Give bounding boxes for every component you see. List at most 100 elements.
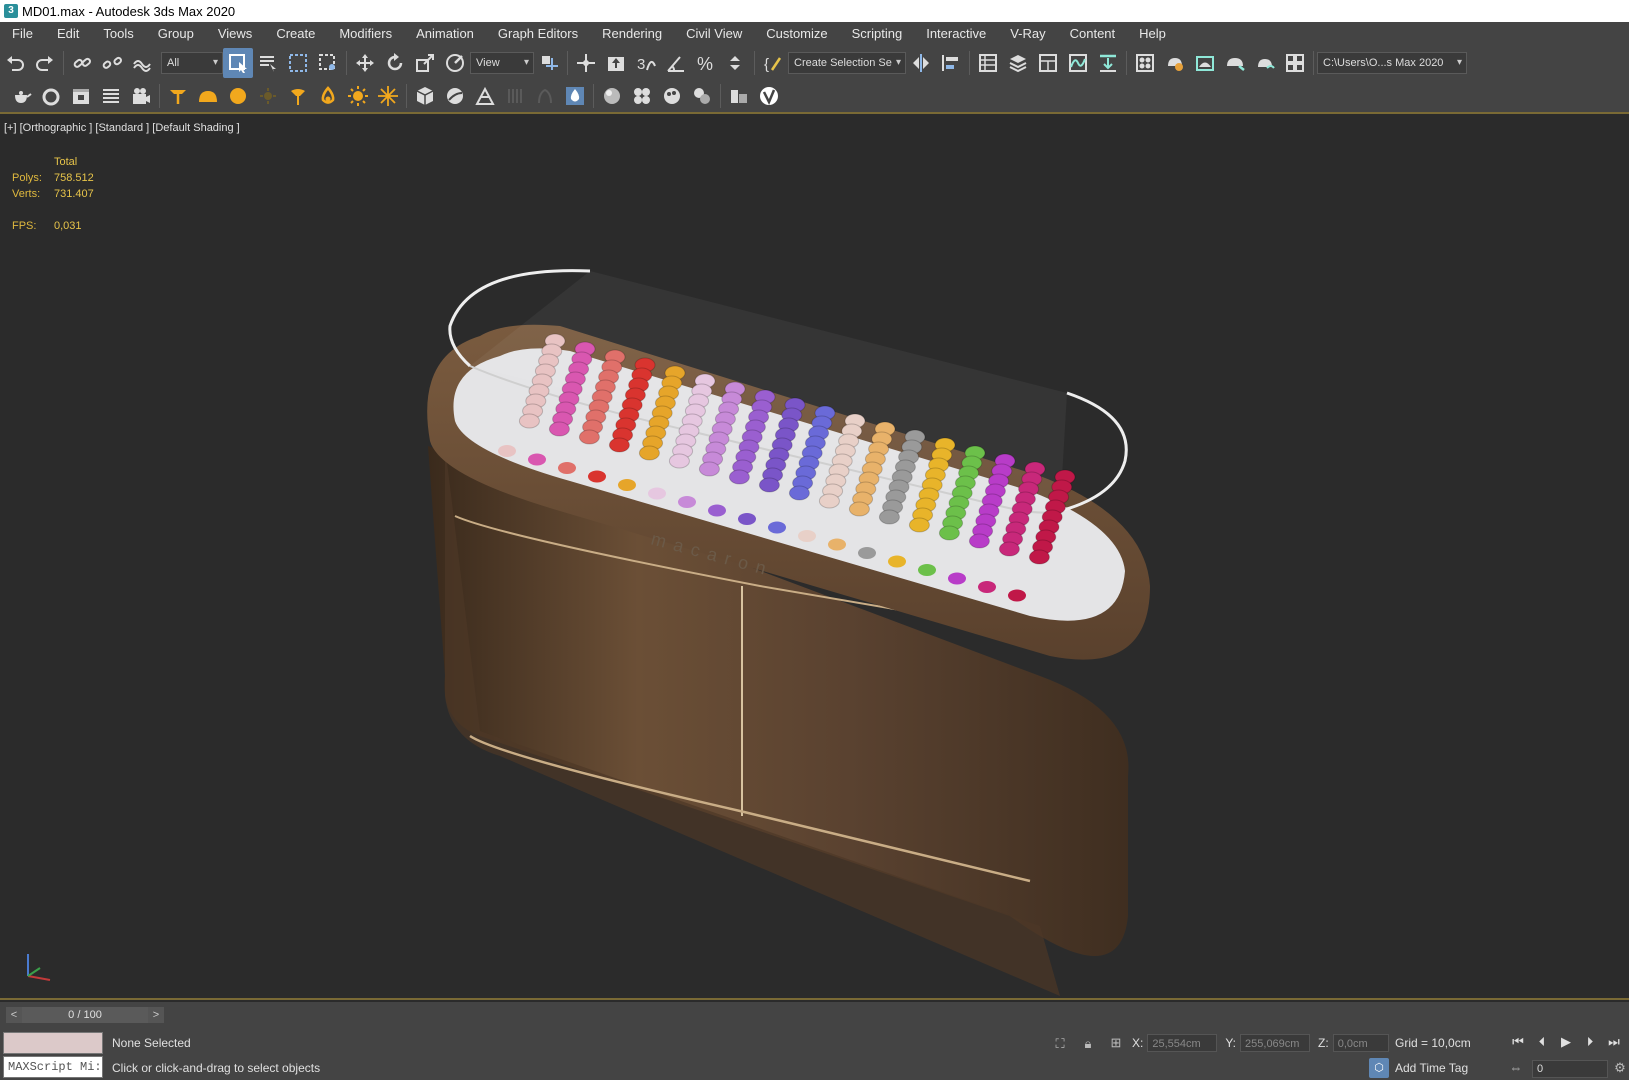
teapot-icon[interactable]	[6, 81, 36, 111]
play-icon[interactable]: ▶	[1556, 1032, 1576, 1052]
menu-civil-view[interactable]: Civil View	[674, 22, 754, 46]
previous-frame-icon[interactable]: ⏴	[1532, 1032, 1552, 1052]
align-icon[interactable]	[936, 48, 966, 78]
vray-ies-light-icon[interactable]	[253, 81, 283, 111]
z-coordinate-field[interactable]: 0,0cm	[1332, 1034, 1389, 1052]
vray-dome-light-icon[interactable]	[193, 81, 223, 111]
menu-scripting[interactable]: Scripting	[840, 22, 915, 46]
curve-editor-icon[interactable]	[1063, 48, 1093, 78]
x-coordinate-field[interactable]: 25,554cm	[1147, 1034, 1218, 1052]
select-manipulate-icon[interactable]	[571, 48, 601, 78]
selection-lock-icon[interactable]: 🔒︎	[1080, 1036, 1096, 1052]
redo-icon[interactable]	[30, 48, 60, 78]
scene-explorer-icon[interactable]	[973, 48, 1003, 78]
menu-content[interactable]: Content	[1058, 22, 1128, 46]
menu-modifiers[interactable]: Modifiers	[327, 22, 404, 46]
isolate-selection-icon[interactable]: ⛶	[1052, 1036, 1068, 1052]
window-crossing-icon[interactable]	[313, 48, 343, 78]
vray-material-ball-icon[interactable]	[597, 81, 627, 111]
layer-list-icon[interactable]	[96, 81, 126, 111]
select-by-name-icon[interactable]	[253, 48, 283, 78]
add-time-tag[interactable]: ⬡ Add Time Tag	[1369, 1058, 1468, 1078]
sphere-shell-icon[interactable]	[36, 81, 66, 111]
vray-material-converter-icon[interactable]	[687, 81, 717, 111]
rectangular-selection-icon[interactable]	[283, 48, 313, 78]
menu-animation[interactable]: Animation	[404, 22, 486, 46]
vray-material-library-icon[interactable]	[627, 81, 657, 111]
vray-spot-light-icon[interactable]	[283, 81, 313, 111]
rotate-icon[interactable]	[380, 48, 410, 78]
go-to-end-icon[interactable]: ⏭	[1604, 1032, 1624, 1052]
menu-rendering[interactable]: Rendering	[590, 22, 674, 46]
time-configuration-icon[interactable]: ⚙	[1612, 1060, 1628, 1076]
render-shortcuts-icon[interactable]	[1280, 48, 1310, 78]
maxscript-listener-swatch[interactable]	[3, 1032, 103, 1054]
menu-file[interactable]: File	[0, 22, 45, 46]
absolute-mode-icon[interactable]: ⊞	[1108, 1035, 1124, 1051]
vray-volume-grid-icon[interactable]	[530, 81, 560, 111]
menu-tools[interactable]: Tools	[91, 22, 145, 46]
undo-icon[interactable]	[0, 48, 30, 78]
go-to-start-icon[interactable]: ⏮	[1508, 1032, 1528, 1052]
time-slider[interactable]: 0 / 100	[22, 1007, 148, 1023]
material-editor-icon[interactable]	[1130, 48, 1160, 78]
link-icon[interactable]	[67, 48, 97, 78]
menu-customize[interactable]: Customize	[754, 22, 839, 46]
percent-snap-icon[interactable]: %	[691, 48, 721, 78]
angle-snap-icon[interactable]	[661, 48, 691, 78]
selection-filter-dropdown[interactable]: All	[161, 52, 223, 74]
vray-mesh-clipper-icon[interactable]	[500, 81, 530, 111]
menu-views[interactable]: Views	[206, 22, 264, 46]
vray-proxy-icon[interactable]	[410, 81, 440, 111]
spinner-snap-icon[interactable]	[721, 48, 751, 78]
vray-ambient-light-icon[interactable]	[313, 81, 343, 111]
move-icon[interactable]	[350, 48, 380, 78]
schematic-view-icon[interactable]	[1093, 48, 1123, 78]
box-icon[interactable]	[66, 81, 96, 111]
reference-coordinate-dropdown[interactable]: View	[470, 52, 534, 74]
toggle-ribbon-icon[interactable]	[1033, 48, 1063, 78]
key-mode-toggle-icon[interactable]: ⇔	[1508, 1060, 1524, 1076]
vray-material-palette-icon[interactable]	[657, 81, 687, 111]
vray-frame-buffer-icon[interactable]	[724, 81, 754, 111]
menu-help[interactable]: Help	[1127, 22, 1178, 46]
layer-explorer-icon[interactable]	[1003, 48, 1033, 78]
select-object-icon[interactable]	[223, 48, 253, 78]
next-frame-icon[interactable]: ⏵	[1580, 1032, 1600, 1052]
place-icon[interactable]	[440, 48, 470, 78]
keyboard-shortcut-override-icon[interactable]	[601, 48, 631, 78]
render-setup-icon[interactable]	[1160, 48, 1190, 78]
unlink-icon[interactable]	[97, 48, 127, 78]
vray-sun-icon[interactable]	[343, 81, 373, 111]
scale-icon[interactable]	[410, 48, 440, 78]
pivot-center-icon[interactable]	[534, 48, 564, 78]
camera-icon[interactable]	[126, 81, 156, 111]
mirror-icon[interactable]	[906, 48, 936, 78]
menu-interactive[interactable]: Interactive	[914, 22, 998, 46]
vray-fur-icon[interactable]	[470, 81, 500, 111]
project-folder-dropdown[interactable]: C:\Users\O...s Max 2020	[1317, 52, 1467, 74]
menu-group[interactable]: Group	[146, 22, 206, 46]
edit-named-selection-icon[interactable]: {	[758, 48, 788, 78]
time-slider-next-button[interactable]: >	[148, 1007, 164, 1023]
macaron-display-model[interactable]: macaron	[0, 116, 1629, 1000]
current-frame-field[interactable]: 0	[1532, 1060, 1608, 1078]
vray-logo-icon[interactable]	[754, 81, 784, 111]
time-slider-prev-button[interactable]: <	[6, 1007, 22, 1023]
vray-sphere-light-icon[interactable]	[223, 81, 253, 111]
render-production-icon[interactable]	[1220, 48, 1250, 78]
named-selection-sets-dropdown[interactable]: Create Selection Se	[788, 52, 906, 74]
menu-vray[interactable]: V-Ray	[998, 22, 1057, 46]
snaps-toggle-icon[interactable]: 3	[631, 48, 661, 78]
maxscript-mini-listener[interactable]: MAXScript Mi:	[3, 1056, 103, 1078]
vray-enmesh-icon[interactable]	[560, 81, 590, 111]
bind-spacewarp-icon[interactable]	[127, 48, 157, 78]
vray-plane-light-icon[interactable]	[163, 81, 193, 111]
vray-light-lister-icon[interactable]	[373, 81, 403, 111]
menu-create[interactable]: Create	[264, 22, 327, 46]
menu-edit[interactable]: Edit	[45, 22, 91, 46]
vray-infinite-plane-icon[interactable]	[440, 81, 470, 111]
y-coordinate-field[interactable]: 255,069cm	[1240, 1034, 1311, 1052]
perspective-viewport[interactable]: [+] [Orthographic ] [Standard ] [Default…	[0, 116, 1629, 1000]
menu-graph-editors[interactable]: Graph Editors	[486, 22, 590, 46]
